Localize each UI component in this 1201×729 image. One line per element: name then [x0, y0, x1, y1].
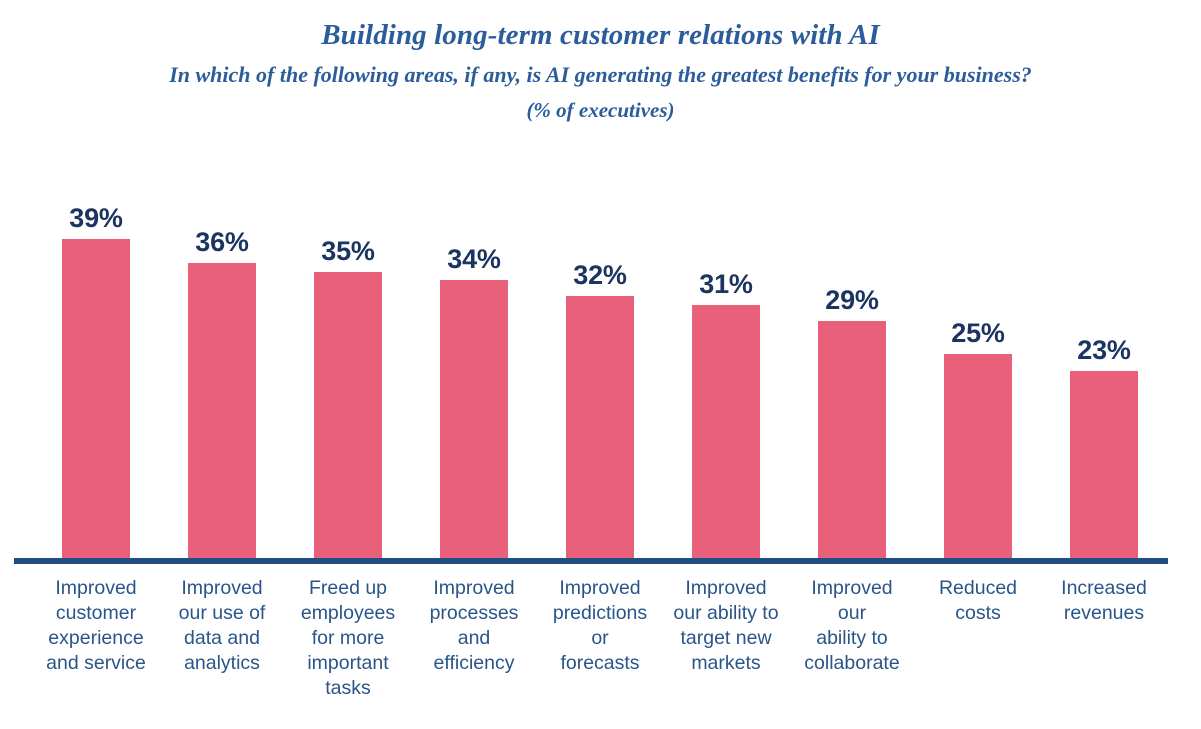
category-label: Improved processes and efficiency — [411, 576, 537, 701]
bar-group[interactable]: 36% — [159, 150, 285, 560]
x-axis-line — [14, 558, 1168, 564]
category-label-line: processes — [429, 601, 519, 624]
category-label-line: and — [457, 626, 491, 649]
category-label: Reduced costs — [915, 576, 1041, 701]
category-label: Increased revenues — [1041, 576, 1167, 701]
category-label-line: collaborate — [804, 651, 900, 674]
bar-rect[interactable] — [566, 296, 634, 560]
category-label-line: revenues — [1063, 601, 1145, 624]
bar-value-label: 39% — [69, 202, 123, 233]
x-axis-category-labels: Improved customer experience and service Imp… — [33, 576, 1168, 701]
category-label-line: employees — [300, 601, 396, 624]
category-label-line: our ability to — [673, 601, 779, 624]
chart-units-note: (% of executives) — [526, 97, 675, 122]
bar-value-label: 25% — [951, 318, 1005, 349]
category-label-line: markets — [691, 651, 761, 674]
bar-value-label: 29% — [825, 285, 879, 316]
bar-series: 39% 36% 35% 34% 32% 31% 29% 25% 23% — [33, 150, 1168, 560]
bar-value-label: 31% — [699, 268, 753, 299]
category-label-line: Improved — [55, 577, 137, 599]
category-label-line: target new — [680, 626, 772, 649]
category-label-line: and service — [46, 651, 146, 674]
category-label-line: Increased — [1061, 577, 1147, 599]
bar-value-label: 36% — [195, 227, 249, 258]
bar-group[interactable]: 29% — [789, 150, 915, 560]
category-label-line: experience — [48, 626, 144, 649]
bar-group[interactable]: 39% — [33, 150, 159, 560]
chart-title: Building long-term customer relations wi… — [321, 19, 880, 51]
bar-rect[interactable] — [818, 321, 886, 560]
category-label: Improved customer experience and service — [33, 576, 159, 701]
bar-value-label: 32% — [573, 260, 627, 291]
plot-area: 39% 36% 35% 34% 32% 31% 29% 25% 23% — [0, 150, 1201, 565]
bar-value-label: 35% — [321, 235, 375, 266]
category-label-line: ability to — [816, 626, 888, 649]
category-label-line: or — [591, 626, 609, 649]
category-label-line: Improved — [685, 577, 767, 599]
bar-group[interactable]: 31% — [663, 150, 789, 560]
category-label: Improved our ability to collaborate — [789, 576, 915, 701]
bar-rect[interactable] — [944, 354, 1012, 560]
category-label-line: our use of — [178, 601, 266, 624]
bar-rect[interactable] — [1070, 370, 1138, 560]
category-label-line: Improved — [811, 577, 893, 599]
category-label-line: Improved — [559, 577, 641, 599]
category-label-line: for more — [311, 626, 385, 649]
category-label-line: efficiency — [433, 651, 515, 674]
category-label-line: forecasts — [560, 651, 640, 674]
bar-group[interactable]: 25% — [915, 150, 1041, 560]
bar-value-label: 34% — [447, 243, 501, 274]
category-label: Freed up employees for more important tasks — [285, 576, 411, 701]
category-label-line: predictions — [552, 601, 648, 624]
bar-group[interactable]: 23% — [1041, 150, 1167, 560]
chart-header: Building long-term customer relations wi… — [0, 0, 1201, 123]
category-label-line: Improved — [433, 577, 515, 599]
category-label: Improved our ability to target new markets — [663, 576, 789, 701]
bar-rect[interactable] — [62, 238, 130, 560]
category-label: Improved our use of data and analytics — [159, 576, 285, 701]
category-label-line: analytics — [184, 651, 260, 674]
bar-rect[interactable] — [314, 271, 382, 560]
category-label-line: our — [837, 601, 867, 624]
bar-rect[interactable] — [440, 279, 508, 560]
bar-group[interactable]: 35% — [285, 150, 411, 560]
category-label-line: Improved — [181, 577, 263, 599]
category-label-line: customer — [55, 601, 137, 624]
category-label-line: data and — [184, 626, 260, 649]
chart-subtitle: In which of the following areas, if any,… — [169, 62, 1032, 88]
category-label-line: Reduced — [938, 577, 1018, 599]
bar-group[interactable]: 32% — [537, 150, 663, 560]
bar-rect[interactable] — [692, 304, 760, 560]
category-label-line: Freed up — [308, 577, 388, 599]
category-label: Improved predictions or forecasts — [537, 576, 663, 701]
category-label-line: costs — [955, 601, 1001, 624]
category-label-line: tasks — [325, 676, 371, 699]
bar-rect[interactable] — [188, 263, 256, 560]
bar-value-label: 23% — [1077, 334, 1131, 365]
category-label-line: important — [307, 651, 389, 674]
bar-group[interactable]: 34% — [411, 150, 537, 560]
